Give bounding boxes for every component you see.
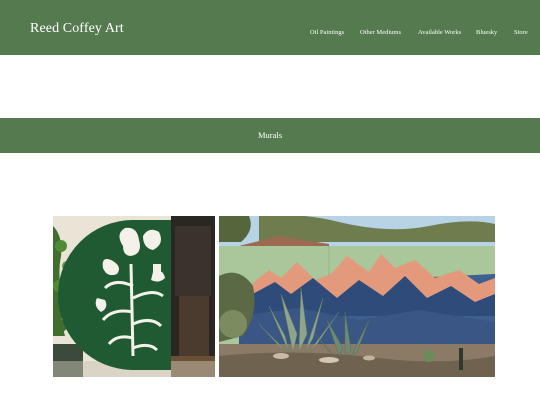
section-title: Murals [257, 130, 283, 140]
nav-link-store[interactable]: Store [514, 29, 528, 36]
gallery-image-mountain-mural[interactable] [219, 216, 495, 377]
main-nav: Oil Paintings Other Mediums Available Wo… [0, 29, 540, 41]
gallery-image-botanical-mural[interactable] [53, 216, 215, 377]
nav-link-available-works[interactable]: Available Works [418, 29, 461, 36]
nav-link-other-mediums[interactable]: Other Mediums [360, 29, 401, 36]
nav-link-bluesky[interactable]: Bluesky [476, 29, 497, 36]
site-header: Reed Coffey Art Oil Paintings Other Medi… [0, 0, 540, 55]
mountain-mural-photo [219, 216, 495, 377]
nav-link-oil-paintings[interactable]: Oil Paintings [310, 29, 344, 36]
section-banner: Murals [0, 118, 540, 153]
botanical-mural-photo [53, 216, 215, 377]
